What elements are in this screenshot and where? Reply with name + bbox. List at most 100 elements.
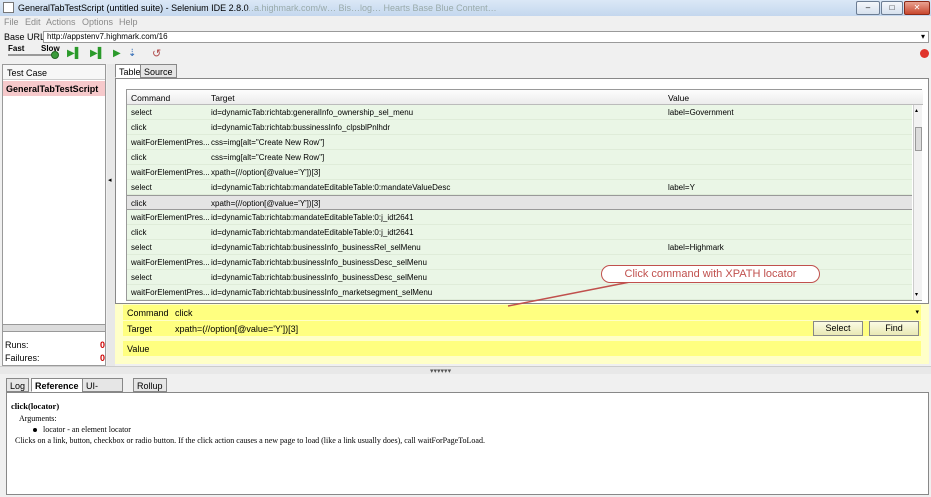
title-bar: GeneralTabTestScript (untitled suite) - … bbox=[0, 0, 931, 16]
reference-arguments-label: Arguments: bbox=[19, 414, 57, 423]
row-value: label=Government bbox=[668, 108, 734, 117]
row-target: id=dynamicTab:richtab:mandateEditableTab… bbox=[211, 213, 414, 222]
row-command: click bbox=[131, 228, 147, 237]
collapse-arrow-icon[interactable]: ◂ bbox=[108, 176, 112, 184]
tab-ui-element[interactable]: UI-Element bbox=[82, 378, 124, 401]
value-input[interactable] bbox=[171, 342, 921, 355]
progress-bar bbox=[2, 324, 106, 332]
table-row[interactable]: click id=dynamicTab:richtab:bussinessInfo… bbox=[127, 120, 912, 135]
tab-log[interactable]: Log bbox=[6, 378, 30, 392]
play-test-icon[interactable]: ▶▌ bbox=[90, 48, 105, 59]
value-row: Value bbox=[123, 341, 921, 356]
record-icon[interactable] bbox=[920, 49, 929, 58]
header-value[interactable]: Value bbox=[668, 93, 689, 103]
speed-slider-track[interactable] bbox=[8, 54, 56, 56]
vertical-splitter[interactable]: ◂ bbox=[107, 64, 115, 366]
callout-arrow-line bbox=[507, 281, 631, 307]
menu-actions[interactable]: Actions bbox=[46, 17, 76, 27]
chevron-down-icon[interactable]: ▾ bbox=[915, 308, 919, 316]
table-header: Command Target Value bbox=[127, 90, 923, 105]
tab-source[interactable]: Source bbox=[140, 64, 177, 78]
row-target: css=img[alt="Create New Row"] bbox=[211, 153, 325, 162]
base-url-input[interactable]: http://appstenv7.highmark.com/16 bbox=[43, 31, 929, 43]
app-icon bbox=[3, 2, 14, 13]
tab-reference[interactable]: Reference bbox=[31, 378, 83, 392]
runs-label: Runs: bbox=[5, 340, 29, 350]
table-row[interactable]: waitForElementPres... css=img[alt="Create… bbox=[127, 135, 912, 150]
find-button[interactable]: Find bbox=[869, 321, 919, 336]
menu-file[interactable]: File bbox=[4, 17, 19, 27]
menu-help[interactable]: Help bbox=[119, 17, 138, 27]
header-target[interactable]: Target bbox=[211, 93, 235, 103]
play-suite-icon[interactable]: ▶▌ bbox=[67, 48, 82, 59]
drag-handle-icon[interactable]: ▾▾▾▾▾▾ bbox=[430, 367, 451, 375]
menu-edit[interactable]: Edit bbox=[25, 17, 41, 27]
annotation-callout: Click command with XPATH locator bbox=[601, 265, 820, 283]
row-target: id=dynamicTab:richtab:mandateEditableTab… bbox=[211, 228, 414, 237]
row-target: xpath=(//option[@value='Y'])[3] bbox=[211, 168, 321, 177]
run-stats: Runs: 0 Failures: 0 bbox=[2, 336, 106, 366]
speed-fast-label: Fast bbox=[8, 44, 25, 53]
target-value: xpath=(//option[@value='Y'])[3] bbox=[175, 324, 299, 334]
table-row[interactable]: click xpath=(//option[@value='Y'])[3] bbox=[127, 195, 912, 210]
reference-argument: locator - an element locator bbox=[43, 425, 131, 434]
table-row[interactable]: click id=dynamicTab:richtab:mandateEditab… bbox=[127, 225, 912, 240]
rollup-icon[interactable]: ↺ bbox=[152, 47, 163, 60]
row-command: click bbox=[131, 153, 147, 162]
base-url-row: Base URL http://appstenv7.highmark.com/1… bbox=[0, 30, 931, 44]
test-case-item[interactable]: GeneralTabTestScript bbox=[3, 81, 105, 96]
pause-icon[interactable]: ▶ bbox=[113, 48, 123, 59]
row-target: id=dynamicTab:richtab:mandateEditableTab… bbox=[211, 183, 451, 192]
row-command: click bbox=[131, 199, 147, 208]
failures-label: Failures: bbox=[5, 353, 40, 363]
tab-rollup[interactable]: Rollup bbox=[133, 378, 167, 392]
base-url-label: Base URL bbox=[4, 32, 46, 42]
table-scrollbar[interactable]: ▴ ▾ bbox=[913, 105, 922, 300]
header-command[interactable]: Command bbox=[131, 93, 170, 103]
row-command: select bbox=[131, 108, 152, 117]
callout-arrow bbox=[507, 281, 631, 307]
test-case-panel: Test Case GeneralTabTestScript bbox=[2, 64, 106, 366]
target-input[interactable]: xpath=(//option[@value='Y'])[3] bbox=[171, 322, 805, 335]
close-button[interactable]: ✕ bbox=[904, 1, 930, 15]
menu-options[interactable]: Options bbox=[82, 17, 113, 27]
row-command: waitForElementPres... bbox=[131, 288, 209, 297]
row-command: waitForElementPres... bbox=[131, 213, 209, 222]
row-target: id=dynamicTab:richtab:businessInfo_busin… bbox=[211, 243, 421, 252]
table-row[interactable]: select id=dynamicTab:richtab:generalInfo_… bbox=[127, 105, 912, 120]
horizontal-splitter[interactable]: ▾▾▾▾▾▾ bbox=[0, 366, 931, 375]
target-row: Target xpath=(//option[@value='Y'])[3] S… bbox=[123, 321, 921, 336]
row-value: label=Highmark bbox=[668, 243, 724, 252]
step-icon[interactable]: ⇣ bbox=[128, 48, 138, 59]
select-button[interactable]: Select bbox=[813, 321, 863, 336]
row-target: id=dynamicTab:richtab:bussinessInfo_clps… bbox=[211, 123, 390, 132]
command-label: Command bbox=[127, 308, 169, 318]
table-row[interactable]: waitForElementPres... id=dynamicTab:richt… bbox=[127, 210, 912, 225]
chevron-down-icon[interactable]: ▾ bbox=[921, 32, 925, 41]
row-command: waitForElementPres... bbox=[131, 138, 209, 147]
toolbar: Fast Slow ▶▌ ▶▌ ▶ ⇣ ↺ bbox=[0, 44, 931, 62]
command-editor: Command click ▾ Target xpath=(//option[@v… bbox=[115, 304, 929, 364]
target-label: Target bbox=[127, 324, 153, 334]
scroll-up-icon[interactable]: ▴ bbox=[915, 107, 918, 114]
failures-value: 0 bbox=[99, 353, 105, 363]
scrollbar-thumb[interactable] bbox=[915, 127, 922, 151]
bullet-icon bbox=[33, 428, 37, 432]
minimize-button[interactable]: – bbox=[856, 1, 880, 15]
table-row[interactable]: select id=dynamicTab:richtab:businessInfo… bbox=[127, 240, 912, 255]
runs-row: Runs: 0 bbox=[5, 340, 105, 350]
table-row[interactable]: waitForElementPres... xpath=(//option[@va… bbox=[127, 165, 912, 180]
table-row[interactable]: click css=img[alt="Create New Row"] bbox=[127, 150, 912, 165]
row-command: select bbox=[131, 183, 152, 192]
row-command: select bbox=[131, 273, 152, 282]
table-row[interactable]: select id=dynamicTab:richtab:mandateEdita… bbox=[127, 180, 912, 195]
value-label: Value bbox=[127, 344, 150, 354]
scroll-down-icon[interactable]: ▾ bbox=[915, 291, 918, 298]
command-value: click bbox=[175, 308, 193, 318]
failures-row: Failures: 0 bbox=[5, 353, 105, 363]
row-command: waitForElementPres... bbox=[131, 258, 209, 267]
speed-slider-thumb[interactable] bbox=[51, 51, 59, 59]
row-command: waitForElementPres... bbox=[131, 168, 209, 177]
row-target: xpath=(//option[@value='Y'])[3] bbox=[211, 199, 321, 208]
maximize-button[interactable]: □ bbox=[881, 1, 903, 15]
